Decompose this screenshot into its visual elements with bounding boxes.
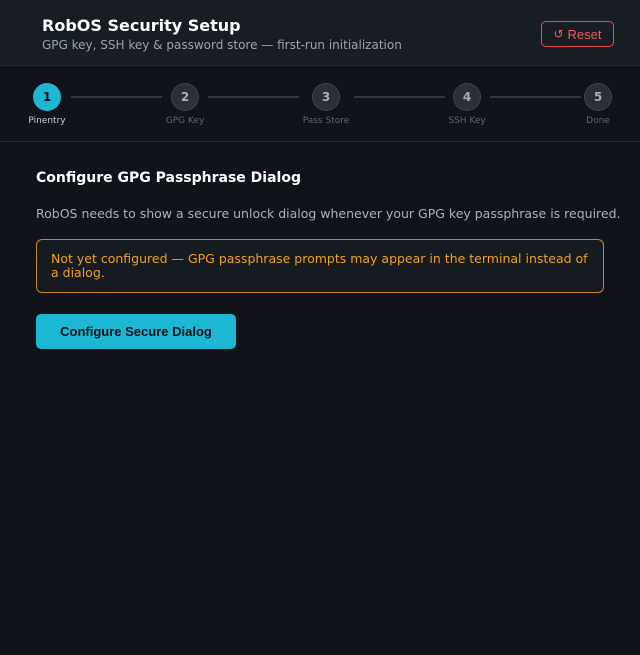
setup-window: RobOS Security Setup GPG key, SSH key & … [0,0,640,655]
section-title: Configure GPG Passphrase Dialog [36,170,301,186]
step-label: Done [586,116,610,126]
step-pass-store: 3 Pass Store [286,83,366,126]
step-number: 1 [33,83,61,111]
step-content: Configure GPG Passphrase Dialog RobOS ne… [36,170,621,349]
step-label: Pinentry [28,116,66,126]
step-label: SSH Key [448,116,486,126]
step-gpg-key: 2 GPG Key [145,83,225,126]
step-number: 5 [584,83,612,111]
warning-banner: Not yet configured — GPG passphrase prom… [36,239,604,293]
reset-button[interactable]: ↺ Reset [541,21,614,47]
step-label: Pass Store [302,116,350,126]
section-description: RobOS needs to show a secure unlock dial… [36,206,621,221]
step-number: 3 [312,83,340,111]
reset-icon: ↺ [553,27,564,41]
step-number: 2 [171,83,199,111]
page-title: RobOS Security Setup [42,16,241,35]
setup-stepper: 1 Pinentry 2 GPG Key 3 Pass Store 4 SSH … [0,66,640,142]
step-ssh-key: 4 SSH Key [427,83,507,126]
step-number: 4 [453,83,481,111]
step-pinentry: 1 Pinentry [7,83,87,126]
step-label: GPG Key [165,116,205,126]
configure-secure-dialog-button[interactable]: Configure Secure Dialog [36,314,236,349]
header: RobOS Security Setup GPG key, SSH key & … [0,0,640,66]
step-done: 5 Done [558,83,638,126]
page-subtitle: GPG key, SSH key & password store — firs… [42,38,402,52]
reset-button-label: Reset [567,26,602,42]
